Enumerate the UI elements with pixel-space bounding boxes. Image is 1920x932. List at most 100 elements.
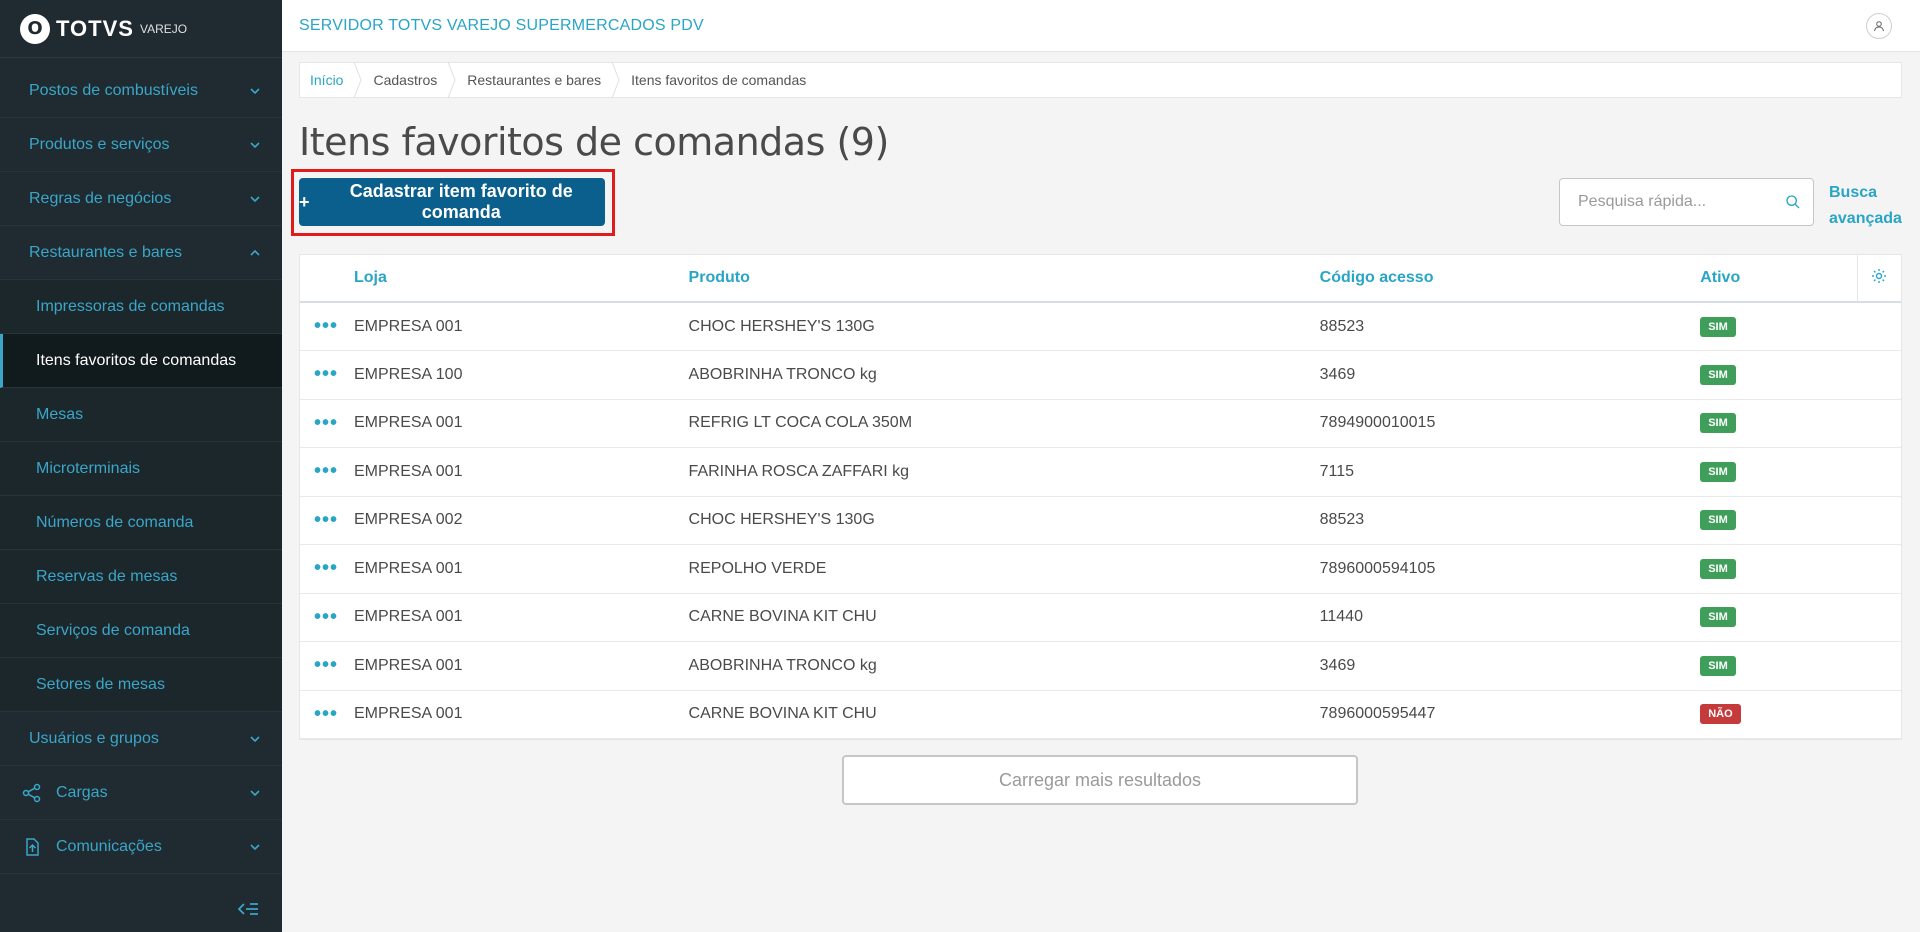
breadcrumb: Início Cadastros Restaurantes e bares It… [299,62,1902,98]
brand-logo[interactable]: O TOTVS VAREJO [0,0,282,58]
cell-loja: EMPRESA 001 [353,447,689,497]
cell-produto: CARNE BOVINA KIT CHU [688,690,1320,739]
row-actions-menu[interactable]: ••• [314,703,338,725]
status-badge: SIM [1700,655,1736,676]
breadcrumb-separator-icon [611,62,620,98]
cell-produto: FARINHA ROSCA ZAFFARI kg [688,447,1320,497]
sidebar-item-label: Cargas [56,783,108,801]
cell-produto: REFRIG LT COCA COLA 350M [688,399,1320,448]
page-title: Itens favoritos de comandas (9) [299,120,889,164]
sidebar-item-label: Produtos e serviços [29,135,170,153]
sidebar-item-postos[interactable]: Postos de combustíveis [0,64,282,118]
table-row: ••• EMPRESA 001 REPOLHO VERDE 7896000594… [300,544,1901,594]
cell-loja: EMPRESA 001 [353,641,689,691]
totvs-logo-icon: O [20,13,50,44]
sidebar-subitem-numeros-comanda[interactable]: Números de comanda [0,496,282,550]
chevron-down-icon [250,141,260,148]
cell-codigo: 7894900010015 [1319,399,1701,448]
header-codigo[interactable]: Código acesso [1319,255,1701,303]
status-badge: SIM [1700,558,1736,579]
user-icon [1874,20,1884,31]
gear-icon [1872,268,1887,283]
user-menu-button[interactable] [1866,12,1892,39]
header-actions [300,255,354,303]
row-actions-menu[interactable]: ••• [314,412,338,434]
breadcrumb-separator-icon [354,62,363,98]
sidebar-subitem-label: Serviços de comanda [36,621,190,639]
sidebar-subitem-label: Números de comanda [36,513,194,531]
sidebar-item-label: Usuários e grupos [29,729,159,747]
cell-loja: EMPRESA 002 [353,496,689,545]
breadcrumb-separator-icon [447,62,456,98]
search-input[interactable] [1560,193,1785,211]
sidebar-item-cargas[interactable]: Cargas [0,766,282,820]
chevron-down-icon [250,789,260,796]
sidebar-item-label: Restaurantes e bares [29,243,182,261]
row-actions-menu[interactable]: ••• [314,606,338,628]
row-actions-menu[interactable]: ••• [314,315,338,337]
column-settings-button[interactable] [1856,255,1901,303]
table-row: ••• EMPRESA 001 CARNE BOVINA KIT CHU 114… [300,593,1901,642]
chevron-up-icon [250,249,260,256]
row-actions-menu[interactable]: ••• [314,363,338,385]
cell-codigo: 88523 [1319,496,1701,545]
sidebar-item-comunicacoes[interactable]: Comunicações [0,820,282,874]
row-actions-menu[interactable]: ••• [314,509,338,531]
sidebar-item-label: Regras de negócios [29,189,172,207]
sidebar-item-regras[interactable]: Regras de negócios [0,172,282,226]
cell-codigo: 7896000594105 [1319,544,1701,594]
search-icon[interactable] [1785,190,1801,214]
row-actions-menu[interactable]: ••• [314,460,338,482]
cell-produto: CARNE BOVINA KIT CHU [688,593,1320,642]
cell-loja: EMPRESA 001 [353,690,689,739]
cell-loja: EMPRESA 001 [353,399,689,448]
breadcrumb-current: Itens favoritos de comandas [631,72,807,88]
sidebar-subitem-label: Reservas de mesas [36,567,178,585]
cell-produto: CHOC HERSHEY'S 130G [688,496,1320,545]
header-loja[interactable]: Loja [353,255,689,303]
header-ativo[interactable]: Ativo [1700,255,1858,303]
quick-search [1559,178,1814,226]
sidebar-subitem-microterminais[interactable]: Microterminais [0,442,282,496]
chevron-down-icon [250,735,260,742]
load-more-button[interactable]: Carregar mais resultados [842,755,1358,805]
cell-codigo: 88523 [1319,302,1701,351]
sidebar-subitem-mesas[interactable]: Mesas [0,388,282,442]
sidebar-item-produtos[interactable]: Produtos e serviços [0,118,282,172]
brand-product: VAREJO [139,21,188,36]
collapse-menu-icon[interactable] [238,900,260,918]
sidebar-subitem-servicos[interactable]: Serviços de comanda [0,604,282,658]
table-header-row: Loja Produto Código acesso Ativo [300,255,1901,303]
row-actions-menu[interactable]: ••• [314,654,338,676]
table-row: ••• EMPRESA 001 CARNE BOVINA KIT CHU 789… [300,690,1901,739]
add-favorite-item-button[interactable]: + Cadastrar item favorito de comanda [299,178,605,226]
logo-mark-letter: O [27,18,43,39]
status-badge: SIM [1700,413,1736,434]
sidebar-subitem-reservas[interactable]: Reservas de mesas [0,550,282,604]
sidebar-subitem-impressoras[interactable]: Impressoras de comandas [0,280,282,334]
status-badge: SIM [1700,461,1736,482]
row-actions-menu[interactable]: ••• [314,557,338,579]
sidebar-subitem-label: Microterminais [36,459,141,477]
topbar: SERVIDOR TOTVS VAREJO SUPERMERCADOS PDV [282,0,1920,52]
server-title: SERVIDOR TOTVS VAREJO SUPERMERCADOS PDV [299,16,704,34]
status-badge: NÃO [1700,704,1741,725]
table-row: ••• EMPRESA 001 ABOBRINHA TRONCO kg 3469… [300,641,1901,691]
chevron-down-icon [250,87,260,94]
table-row: ••• EMPRESA 001 FARINHA ROSCA ZAFFARI kg… [300,447,1901,497]
sidebar-item-restaurantes[interactable]: Restaurantes e bares [0,226,282,280]
sidebar-subitem-label: Itens favoritos de comandas [36,351,237,369]
chevron-down-icon [250,843,260,850]
cell-produto: CHOC HERSHEY'S 130G [688,302,1320,351]
sidebar-item-usuarios[interactable]: Usuários e grupos [0,712,282,766]
header-produto[interactable]: Produto [688,255,1320,303]
advanced-search-link[interactable]: Busca avançada [1829,180,1902,232]
sidebar-subitem-itens-favoritos[interactable]: Itens favoritos de comandas [0,334,282,388]
advanced-search-line1: Busca [1829,184,1878,201]
table-row: ••• EMPRESA 001 CHOC HERSHEY'S 130G 8852… [300,302,1901,351]
cell-loja: EMPRESA 001 [353,593,689,642]
sidebar-subitem-label: Impressoras de comandas [36,297,225,315]
sidebar-subitem-setores[interactable]: Setores de mesas [0,658,282,712]
breadcrumb-inicio[interactable]: Início [300,63,353,97]
table-row: ••• EMPRESA 001 REFRIG LT COCA COLA 350M… [300,399,1901,448]
